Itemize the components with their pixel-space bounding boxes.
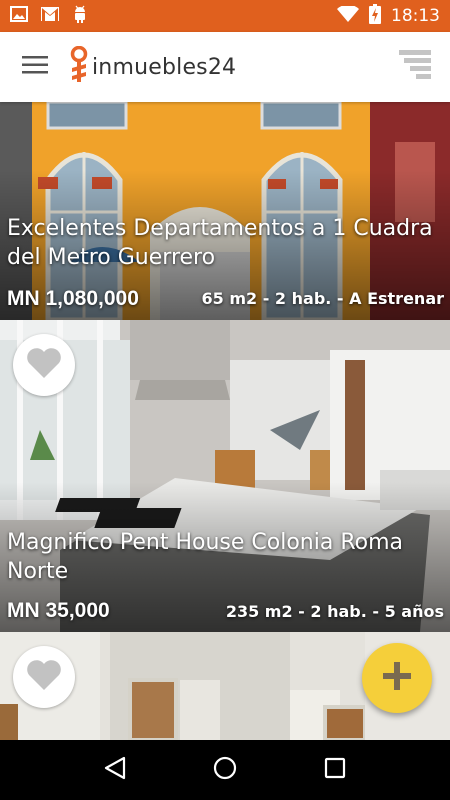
battery-charging-icon [369,3,381,29]
key-logo-icon [70,45,88,89]
favorite-button[interactable] [13,646,75,708]
listing-price: MN 1,080,000 [7,287,139,310]
android-icon [72,5,88,28]
brand-logo: inmuebles24 [70,45,237,89]
gmail-icon [40,6,60,27]
home-icon [213,756,237,785]
hamburger-menu-icon [22,55,48,79]
back-icon [104,756,126,785]
clock-time: 18:13 [391,6,440,26]
app-bar: inmuebles24 [0,32,450,102]
listing-title: Excelentes Departamentos a 1 Cuadra del … [7,216,433,270]
back-button[interactable] [85,740,145,800]
heart-icon [26,659,62,696]
wifi-icon [337,4,359,27]
home-button[interactable] [195,740,255,800]
status-bar: 18:13 [0,0,450,32]
recents-button[interactable] [305,740,365,800]
listing-title: Magnifico Pent House Colonia Roma Norte [7,530,403,584]
brand-name: inmuebles24 [92,54,237,80]
listing-card[interactable]: Excelentes Departamentos a 1 Cuadra del … [0,102,450,320]
plus-icon [383,661,411,695]
add-listing-button[interactable] [362,643,432,713]
favorite-button[interactable] [13,334,75,396]
recents-icon [324,757,346,784]
listing-feed[interactable]: Excelentes Departamentos a 1 Cuadra del … [0,102,450,740]
navigation-bar [0,740,450,800]
listing-details: 235 m2 - 2 hab. - 5 años [225,602,444,621]
menu-button[interactable] [0,32,70,102]
filter-icon [399,49,431,85]
heart-icon [26,347,62,384]
listing-card[interactable]: Magnifico Pent House Colonia Roma Norte … [0,320,450,632]
listing-price: MN 35,000 [7,599,110,622]
filter-button[interactable] [380,32,450,102]
image-icon [10,5,28,27]
listing-details: 65 m2 - 2 hab. - A Estrenar [201,289,445,308]
